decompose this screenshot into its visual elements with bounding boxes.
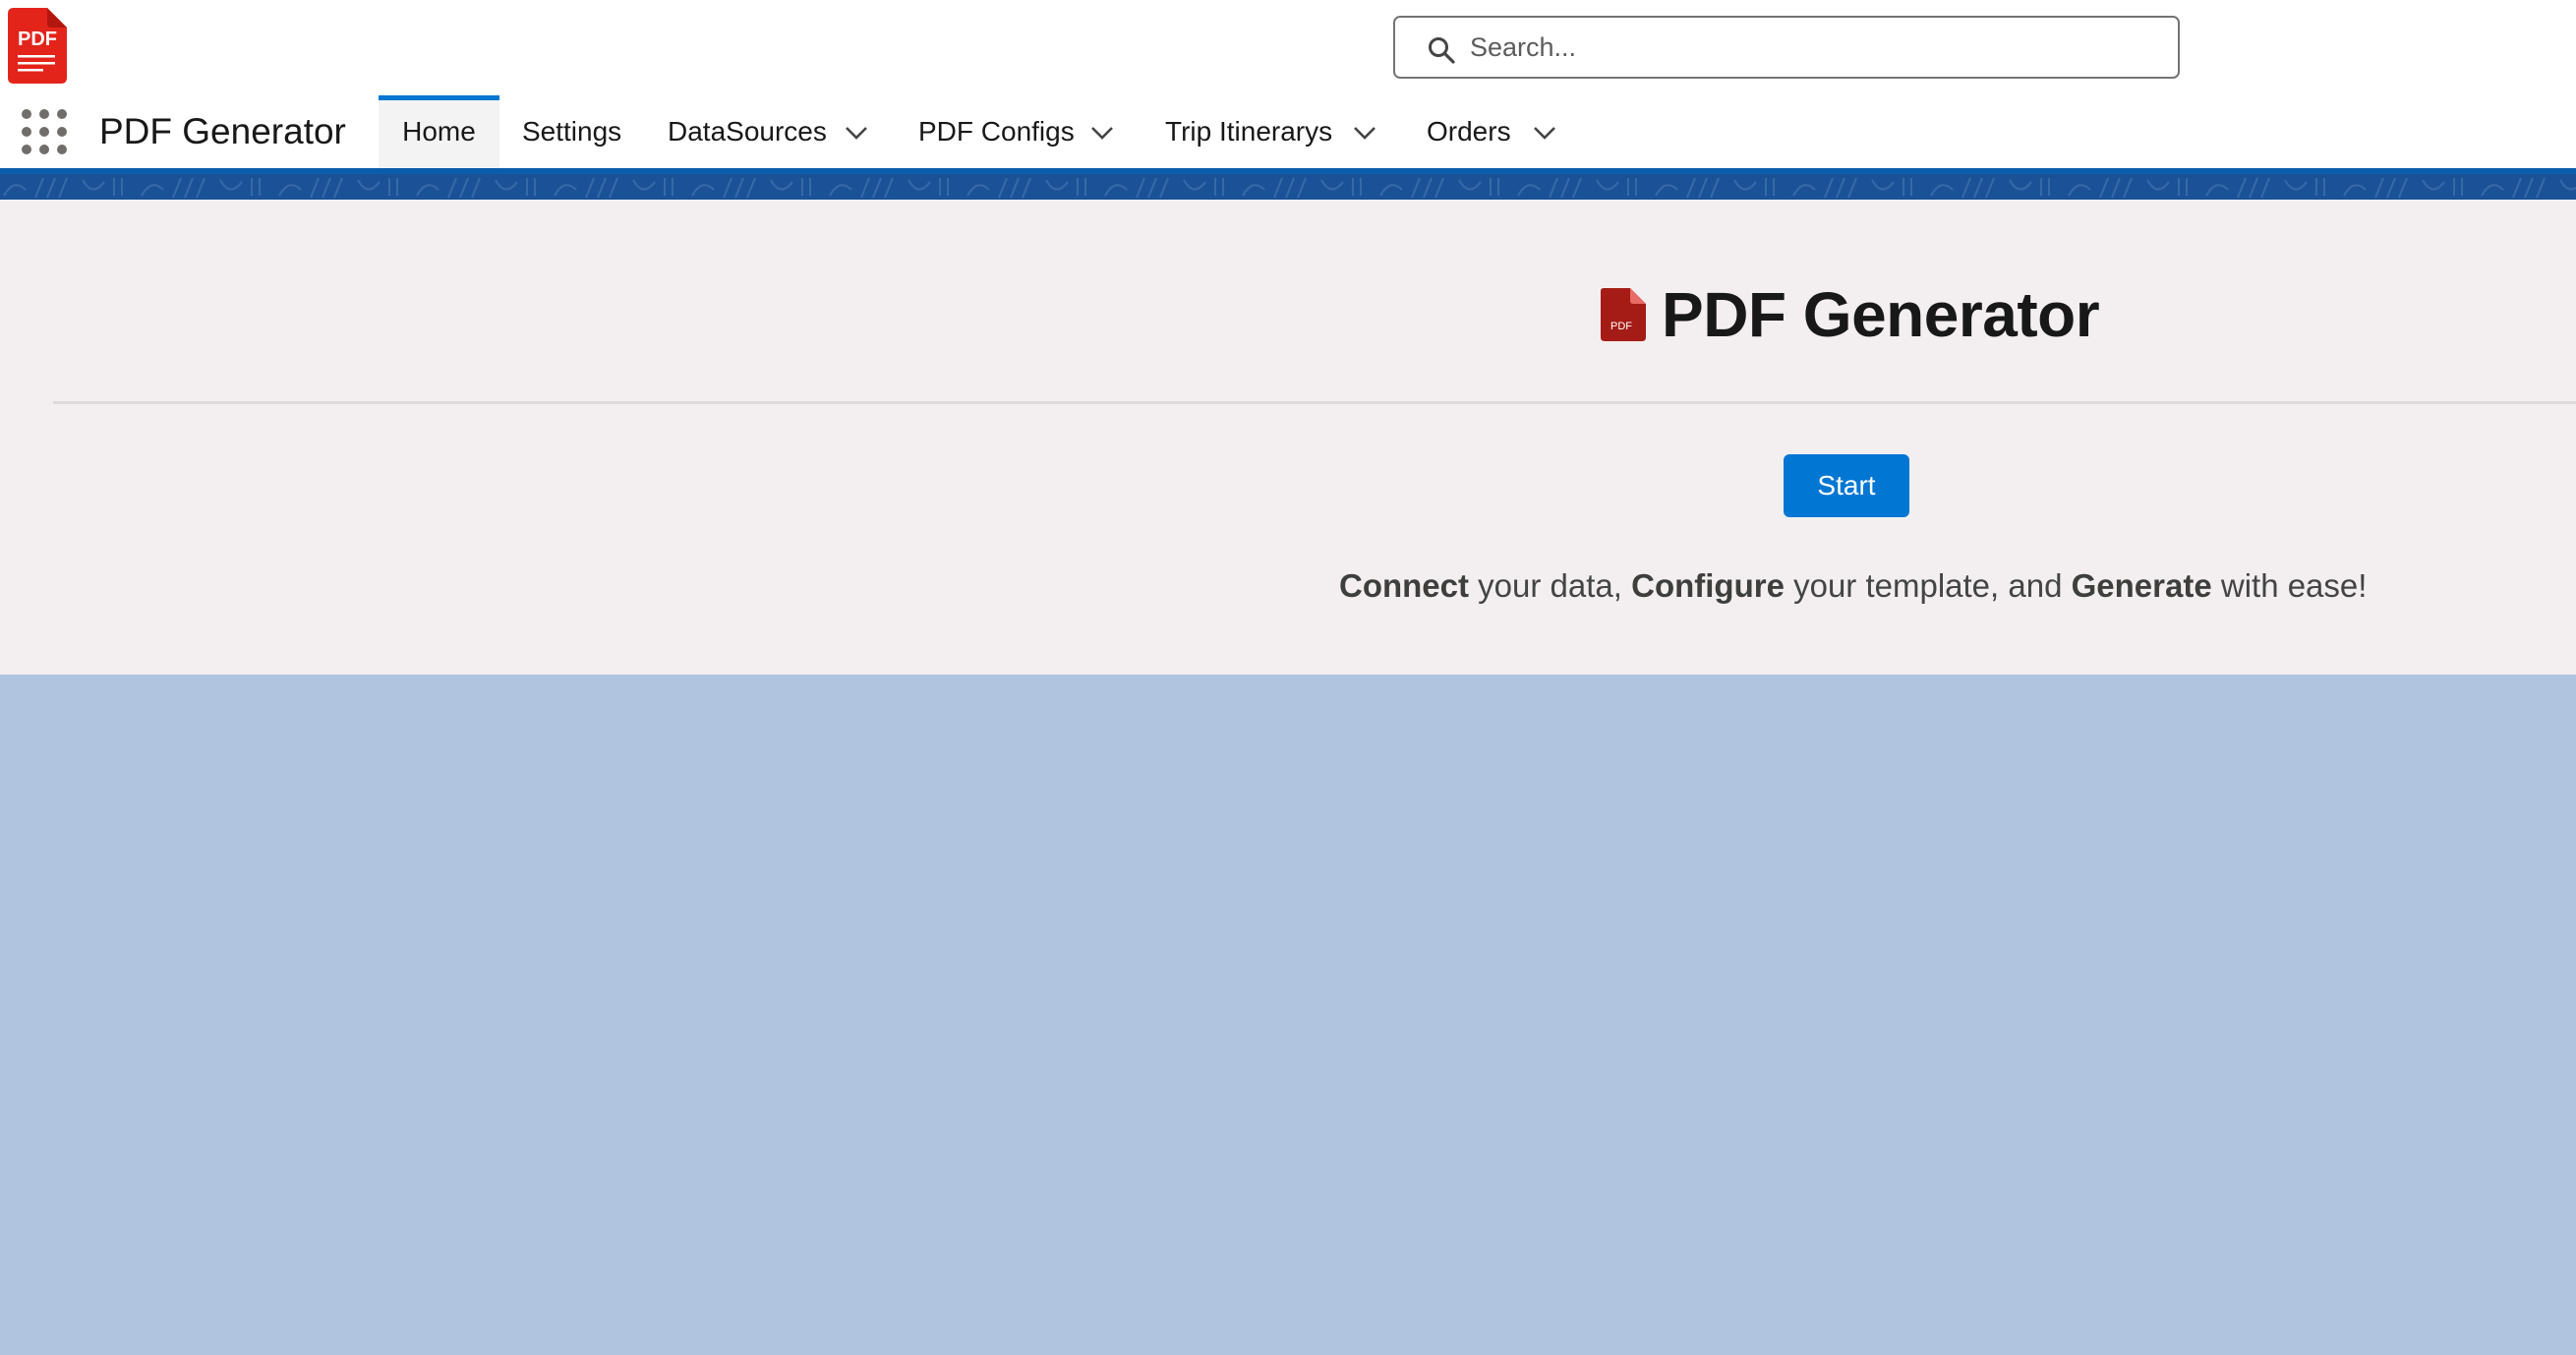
tagline-connect: Connect [1339, 567, 1469, 604]
chevron-down-icon[interactable] [844, 125, 869, 141]
divider [53, 401, 2576, 404]
tab-pdf-configs[interactable]: PDF Configs [918, 95, 1075, 168]
global-header: PDF [0, 0, 2576, 95]
pdf-file-icon: PDF [1601, 288, 1646, 341]
tab-datasources[interactable]: DataSources [668, 95, 827, 168]
page-title: PDF PDF Generator [1601, 275, 2100, 354]
tagline-text-3: with ease! [2211, 567, 2368, 604]
global-search[interactable] [1393, 16, 2180, 79]
tab-datasources-label: DataSources [668, 116, 827, 147]
app-name: PDF Generator [99, 111, 346, 151]
tagline-text-1: your data, [1469, 567, 1632, 604]
tagline-configure: Configure [1631, 567, 1785, 604]
tab-home-label: Home [402, 116, 476, 147]
chevron-down-icon[interactable] [1352, 125, 1377, 141]
tab-trip-itinerarys[interactable]: Trip Itinerarys [1165, 95, 1332, 168]
page-title-text: PDF Generator [1662, 279, 2100, 350]
brand-pattern [0, 174, 2576, 200]
app-launcher-icon[interactable] [22, 109, 67, 154]
chevron-down-icon[interactable] [1089, 125, 1115, 141]
home-panel: PDF PDF Generator Start Connect your dat… [0, 200, 2576, 675]
tagline-text-2: your template, and [1784, 567, 2072, 604]
tagline-generate: Generate [2071, 567, 2212, 604]
brand-band [0, 168, 2576, 200]
tab-orders[interactable]: Orders [1427, 95, 1511, 168]
start-button[interactable]: Start [1784, 454, 1909, 517]
tab-pdf-configs-label: PDF Configs [918, 116, 1075, 147]
tagline: Connect your data, Configure your templa… [1339, 567, 2367, 605]
search-input[interactable] [1470, 24, 2158, 71]
chevron-down-icon[interactable] [1532, 125, 1557, 141]
tab-trip-itinerarys-label: Trip Itinerarys [1165, 116, 1333, 147]
tab-orders-label: Orders [1427, 116, 1511, 147]
tab-settings[interactable]: Settings [522, 95, 621, 168]
search-icon [1429, 37, 1455, 64]
pdf-icon-text: PDF [1610, 321, 1632, 332]
pdf-logo-text: PDF [18, 29, 57, 50]
app-nav-bar: PDF Generator Home Settings DataSources … [0, 95, 2576, 168]
pdf-app-logo-icon[interactable]: PDF [8, 8, 67, 84]
tab-home[interactable]: Home [379, 95, 499, 168]
tab-settings-label: Settings [522, 116, 622, 147]
